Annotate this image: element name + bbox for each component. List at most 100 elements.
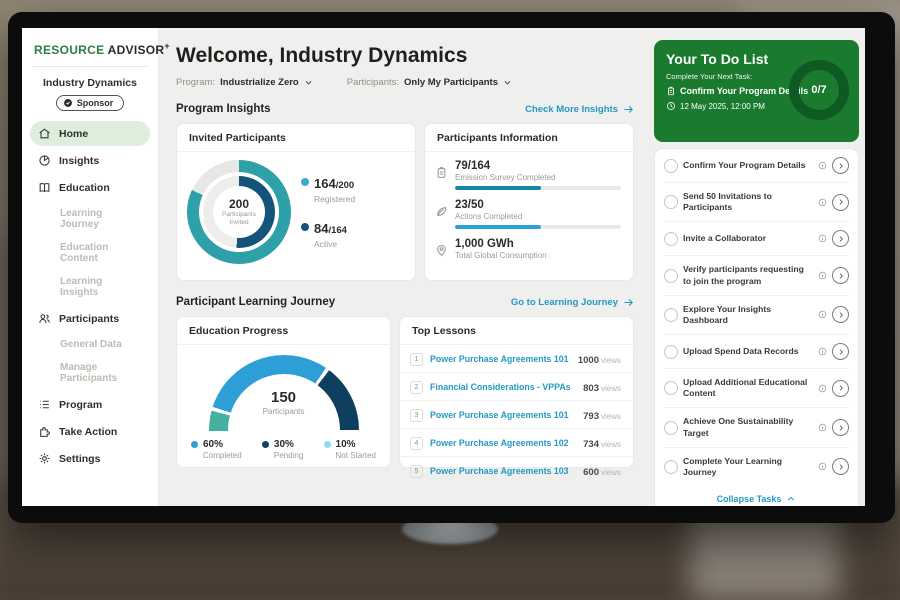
lesson-title-link[interactable]: Power Purchase Agreements 102 xyxy=(430,438,576,448)
go-to-learning-journey-link[interactable]: Go to Learning Journey xyxy=(511,297,634,308)
info-icon[interactable] xyxy=(818,384,827,393)
info-icon[interactable] xyxy=(818,198,827,207)
task-row: Achieve One Sustainability Target xyxy=(664,408,849,447)
sidebar-item-take-action[interactable]: Take Action xyxy=(30,419,150,444)
sidebar-item-program[interactable]: Program xyxy=(30,392,150,417)
sidebar-item-general-data[interactable]: General Data xyxy=(30,333,150,356)
task-chevron-button[interactable] xyxy=(832,306,849,323)
task-label: Confirm Your Program Details xyxy=(683,160,813,171)
sidebar-item-education-content[interactable]: Education Content xyxy=(30,236,150,270)
task-chevron-button[interactable] xyxy=(832,230,849,247)
legend-dot-registered xyxy=(301,178,309,186)
clipboard-icon xyxy=(435,166,448,179)
info-icon[interactable] xyxy=(818,423,827,432)
legend-not-started: 10% Not Started xyxy=(324,439,376,460)
views-suffix: views xyxy=(601,440,621,449)
legend-pct: 10% xyxy=(336,439,376,450)
legend-pending: 30% Pending xyxy=(262,439,303,460)
info-icon[interactable] xyxy=(818,347,827,356)
info-icon[interactable] xyxy=(818,310,827,319)
sidebar-item-home[interactable]: Home xyxy=(30,121,150,146)
sidebar-item-learning-insights[interactable]: Learning Insights xyxy=(30,270,150,304)
sidebar-item-participants[interactable]: Participants xyxy=(30,306,150,331)
task-checkbox[interactable] xyxy=(664,345,678,359)
views-suffix: views xyxy=(601,356,621,365)
task-row: Upload Additional Educational Content xyxy=(664,369,849,408)
task-checkbox[interactable] xyxy=(664,460,678,474)
sidebar-item-label: Insights xyxy=(59,155,99,167)
gauge-center-value: 150 xyxy=(209,389,359,406)
leaf-icon xyxy=(435,205,448,218)
task-label: Achieve One Sustainability Target xyxy=(683,416,813,438)
check-more-insights-link[interactable]: Check More Insights xyxy=(525,104,634,115)
sidebar-item-learning-journey[interactable]: Learning Journey xyxy=(30,202,150,236)
lesson-title-link[interactable]: Power Purchase Agreements 101 xyxy=(430,410,576,420)
program-insights-header: Program Insights Check More Insights xyxy=(176,103,634,115)
task-chevron-button[interactable] xyxy=(832,380,849,397)
info-icon[interactable] xyxy=(818,271,827,280)
card-top-lessons: Top Lessons 1 Power Purchase Agreements … xyxy=(399,316,634,468)
info-icon[interactable] xyxy=(818,462,827,471)
chevron-down-icon xyxy=(503,78,512,87)
lesson-row: 1 Power Purchase Agreements 101 1000view… xyxy=(400,345,633,373)
collapse-tasks-link[interactable]: Collapse Tasks xyxy=(664,486,849,506)
task-chevron-button[interactable] xyxy=(832,343,849,360)
todo-progress-counter: 0/7 xyxy=(789,60,849,120)
card-title: Education Progress xyxy=(177,317,390,345)
task-chevron-button[interactable] xyxy=(832,419,849,436)
sidebar-item-insights[interactable]: Insights xyxy=(30,148,150,173)
todo-card: Your To Do List Complete Your Next Task:… xyxy=(654,40,859,142)
task-row: Explore Your Insights Dashboard xyxy=(664,296,849,335)
background-photo: RESOURCE ADVISOR+ Industry Dynamics Spon… xyxy=(0,0,900,600)
clipboard-icon xyxy=(666,86,676,96)
sidebar-item-education[interactable]: Education xyxy=(30,175,150,200)
views-suffix: views xyxy=(601,468,621,477)
monitor-screen: RESOURCE ADVISOR+ Industry Dynamics Spon… xyxy=(22,28,865,506)
task-chevron-button[interactable] xyxy=(832,458,849,475)
task-chevron-button[interactable] xyxy=(832,194,849,211)
page-title: Welcome, Industry Dynamics xyxy=(176,44,634,68)
task-checkbox[interactable] xyxy=(664,269,678,283)
legend-dot-completed xyxy=(191,441,198,448)
task-checkbox[interactable] xyxy=(664,381,678,395)
program-filter-value: Industrialize Zero xyxy=(220,77,299,88)
progress-bar xyxy=(455,225,621,229)
card-participants-information: Participants Information 79/164 Emission… xyxy=(424,123,634,281)
sponsor-icon xyxy=(63,98,73,108)
donut-center: 200 Participants Invited xyxy=(213,186,265,238)
lesson-title-link[interactable]: Power Purchase Agreements 101 xyxy=(430,354,571,364)
participants-filter-dropdown[interactable]: Participants: Only My Participants xyxy=(347,77,512,88)
lesson-title-link[interactable]: Financial Considerations - VPPAs xyxy=(430,382,576,392)
task-chevron-button[interactable] xyxy=(832,267,849,284)
filters-bar: Program: Industrialize Zero Participants… xyxy=(176,77,634,88)
progress-fill xyxy=(455,186,541,190)
task-label: Invite a Collaborator xyxy=(683,233,813,244)
task-checkbox[interactable] xyxy=(664,421,678,435)
info-icon[interactable] xyxy=(818,161,827,170)
gauge-legend: 60% Completed 30% Pending 10% xyxy=(177,431,390,460)
lesson-rank: 5 xyxy=(410,465,423,478)
program-filter-dropdown[interactable]: Program: Industrialize Zero xyxy=(176,77,313,88)
task-checkbox[interactable] xyxy=(664,159,678,173)
participants-filter-label: Participants: xyxy=(347,77,399,88)
task-label: Upload Additional Educational Content xyxy=(683,377,813,399)
task-checkbox[interactable] xyxy=(664,232,678,246)
gauge-center-label: Participants xyxy=(209,407,359,416)
lesson-rank: 4 xyxy=(410,437,423,450)
task-checkbox[interactable] xyxy=(664,308,678,322)
sidebar-nav: Home Insights Education Learning Journey… xyxy=(22,121,158,471)
brand-secondary: ADVISOR xyxy=(108,43,165,57)
task-chevron-button[interactable] xyxy=(832,157,849,174)
chevron-right-icon xyxy=(837,463,845,471)
chevron-right-icon xyxy=(837,235,845,243)
lesson-row: 2 Financial Considerations - VPPAs 803vi… xyxy=(400,373,633,401)
donut-center-value: 200 xyxy=(229,197,249,211)
lesson-title-link[interactable]: Power Purchase Agreements 103 xyxy=(430,466,576,476)
info-icon[interactable] xyxy=(818,234,827,243)
chevron-right-icon xyxy=(837,162,845,170)
legend-pct: 60% xyxy=(203,439,242,450)
task-checkbox[interactable] xyxy=(664,195,678,209)
sidebar-item-settings[interactable]: Settings xyxy=(30,446,150,471)
org-name: Industry Dynamics xyxy=(22,77,158,89)
sidebar-item-manage-participants[interactable]: Manage Participants xyxy=(30,356,150,390)
